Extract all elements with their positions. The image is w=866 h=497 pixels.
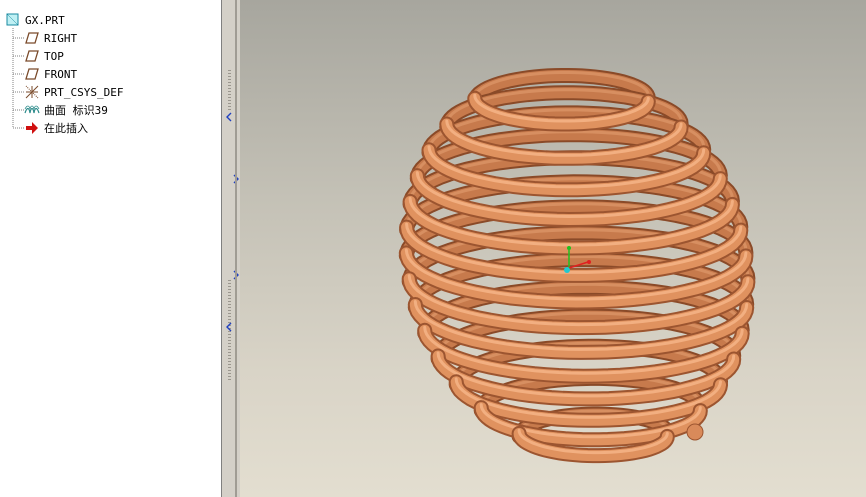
spiral-coil-model[interactable]: [240, 0, 866, 497]
collapse-left-arrow-icon[interactable]: [225, 112, 233, 122]
tree-item-root[interactable]: GX.PRT: [5, 11, 65, 29]
panel-splitter[interactable]: [222, 0, 240, 497]
datum-plane-icon: [24, 67, 40, 81]
surface-icon: [24, 103, 40, 117]
tree-item-label: 曲面 标识39: [44, 104, 108, 117]
graphics-viewport[interactable]: [240, 0, 866, 497]
tree-item-label: TOP: [44, 49, 64, 63]
tree-item-surface[interactable]: 曲面 标识39: [24, 101, 108, 119]
collapse-left-arrow-icon[interactable]: [225, 322, 233, 332]
coil-end-cap: [686, 423, 704, 441]
datum-plane-icon: [24, 49, 40, 63]
datum-plane-icon: [24, 31, 40, 45]
tree-item-label: GX.PRT: [25, 13, 65, 27]
tree-item-label: PRT_CSYS_DEF: [44, 85, 124, 99]
tree-item-top[interactable]: TOP: [24, 47, 64, 65]
tree-item-front[interactable]: FRONT: [24, 65, 77, 83]
part-icon: [5, 13, 21, 27]
insert-here-arrow-icon: [24, 121, 40, 135]
splitter-divider: [235, 0, 237, 497]
splitter-grip: [228, 70, 231, 110]
tree-item-label: 在此插入: [44, 122, 88, 135]
tree-item-right[interactable]: RIGHT: [24, 29, 77, 47]
tree-item-label: FRONT: [44, 67, 78, 81]
tree-item-insert-here[interactable]: 在此插入: [24, 119, 88, 137]
model-tree-panel: GX.PRT RIGHT TOP FRONT PRT_CSYS_DEF 曲面 标…: [0, 0, 222, 497]
tree-item-csys[interactable]: PRT_CSYS_DEF: [24, 83, 123, 101]
coordinate-system-icon: [24, 85, 40, 99]
tree-item-label: RIGHT: [44, 31, 78, 45]
